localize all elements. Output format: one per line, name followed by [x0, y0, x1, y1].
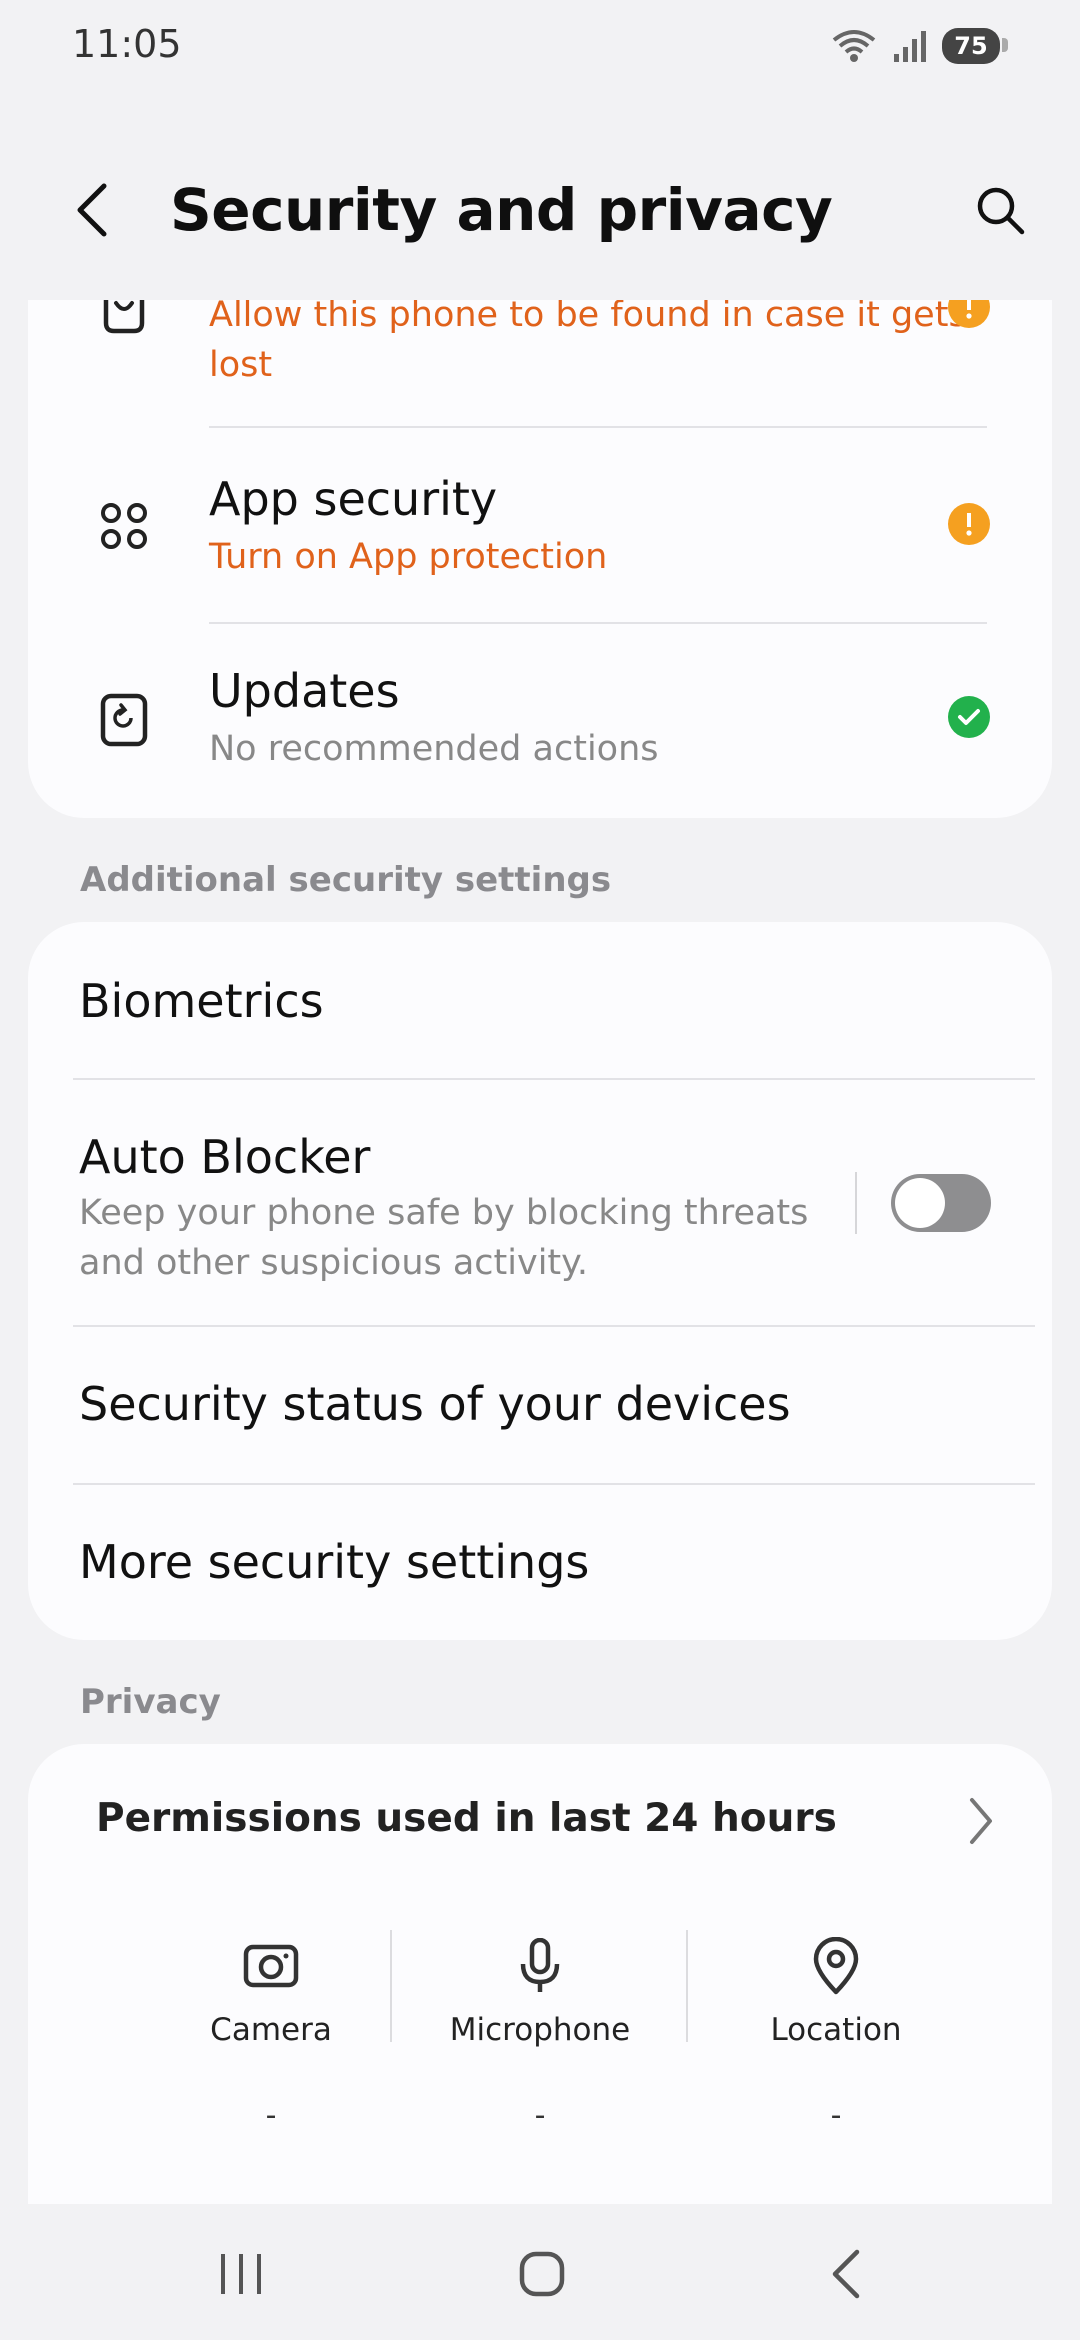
- permission-value: -: [534, 2098, 546, 2133]
- section-label-additional: Additional security settings: [80, 860, 612, 900]
- home-icon: [519, 2251, 565, 2297]
- biometrics-title: Biometrics: [79, 974, 324, 1028]
- app-security-title: App security: [209, 472, 498, 526]
- location-icon: [688, 1934, 984, 1998]
- security-status-card: Allow this phone to be found in case it …: [28, 300, 1052, 818]
- warning-icon: [948, 503, 990, 545]
- status-icons: 75: [830, 26, 1008, 66]
- privacy-card: Permissions used in last 24 hours Camera…: [28, 1744, 1052, 2204]
- permissions-header-row[interactable]: Permissions used in last 24 hours: [28, 1744, 1052, 1894]
- back-button[interactable]: [62, 178, 122, 242]
- find-phone-row[interactable]: Allow this phone to be found in case it …: [28, 300, 1052, 428]
- permission-label: Camera: [210, 2012, 332, 2048]
- nav-back-button[interactable]: [800, 2234, 890, 2314]
- permissions-title: Permissions used in last 24 hours: [96, 1796, 837, 1841]
- search-button[interactable]: [968, 178, 1032, 242]
- search-icon: [977, 187, 1025, 235]
- biometrics-row[interactable]: Biometrics: [28, 922, 1052, 1078]
- check-icon: [948, 696, 990, 738]
- recent-apps-icon: [221, 2254, 261, 2294]
- app-security-subtitle: Turn on App protection: [209, 537, 608, 577]
- more-security-row[interactable]: More security settings: [28, 1485, 1052, 1640]
- home-button[interactable]: [497, 2234, 587, 2314]
- permission-value: -: [830, 2098, 842, 2133]
- permission-camera[interactable]: Camera -: [123, 1934, 419, 2133]
- find-phone-subtitle: Allow this phone to be found in case it …: [209, 300, 967, 385]
- updates-row[interactable]: Updates No recommended actions: [28, 624, 1052, 818]
- back-icon: [832, 2249, 860, 2299]
- toggle-knob: [895, 1178, 945, 1228]
- navigation-bar: [0, 2204, 1080, 2340]
- app-header: Security and privacy: [0, 160, 1080, 260]
- security-status-row[interactable]: Security status of your devices: [28, 1327, 1052, 1483]
- find-phone-icon: [96, 300, 152, 338]
- auto-blocker-title: Auto Blocker: [79, 1130, 371, 1184]
- permission-label: Location: [770, 2012, 902, 2048]
- toggle-separator: [855, 1172, 857, 1234]
- wifi-icon: [832, 30, 876, 62]
- apps-grid-icon: [96, 498, 152, 554]
- more-security-title: More security settings: [79, 1535, 590, 1589]
- recent-apps-button[interactable]: [196, 2234, 286, 2314]
- updates-subtitle: No recommended actions: [209, 729, 659, 769]
- auto-blocker-toggle[interactable]: [891, 1174, 991, 1232]
- page-title: Security and privacy: [170, 176, 833, 244]
- battery-indicator: 75: [942, 28, 1008, 64]
- status-bar: 11:05 75: [0, 0, 1080, 100]
- permission-label: Microphone: [449, 2012, 631, 2048]
- chevron-right-icon: [966, 1796, 996, 1850]
- signal-icon: [894, 31, 926, 62]
- camera-icon: [123, 1934, 419, 1998]
- additional-settings-card: Biometrics Auto Blocker Keep your phone …: [28, 922, 1052, 1640]
- permission-value: -: [265, 2098, 277, 2133]
- permission-microphone[interactable]: Microphone -: [392, 1934, 688, 2133]
- security-status-title: Security status of your devices: [79, 1377, 791, 1431]
- section-label-privacy: Privacy: [80, 1682, 221, 1722]
- auto-blocker-subtitle: Keep your phone safe by blocking threats…: [79, 1193, 809, 1283]
- app-security-row[interactable]: App security Turn on App protection: [28, 428, 1052, 624]
- updates-title: Updates: [209, 664, 400, 718]
- status-time: 11:05: [72, 22, 182, 66]
- permission-location[interactable]: Location -: [688, 1934, 984, 2133]
- back-arrow-icon: [77, 183, 107, 237]
- microphone-icon: [392, 1934, 688, 1998]
- update-icon: [96, 692, 152, 748]
